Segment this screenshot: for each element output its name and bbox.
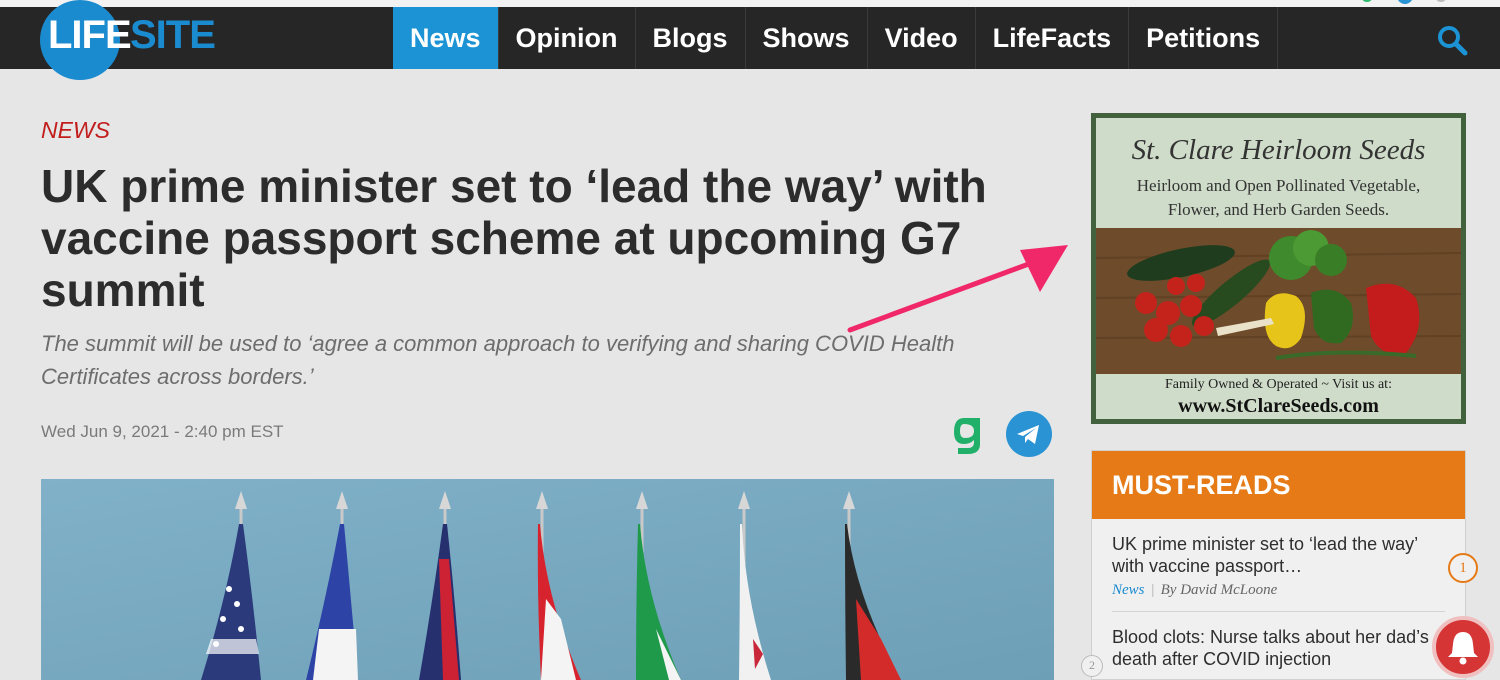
nav-item-shows[interactable]: Shows (746, 7, 868, 69)
logo-text-life: LIFE (48, 13, 132, 57)
nav-item-video[interactable]: Video (868, 7, 976, 69)
nav-item-opinion[interactable]: Opinion (499, 7, 636, 69)
article-category[interactable]: NEWS (41, 117, 110, 144)
must-reads-header: MUST-READS (1092, 451, 1465, 519)
vegetables-photo (1096, 228, 1461, 374)
rank-badge-2: 2 (1081, 655, 1103, 677)
logo-text-site: SITE (130, 13, 216, 57)
nav-item-lifefacts[interactable]: LifeFacts (976, 7, 1130, 69)
search-icon[interactable] (1436, 24, 1468, 56)
ad-tagline: Family Owned & Operated ~ Visit us at: (1165, 377, 1392, 392)
ad-content: St. Clare Heirloom Seeds Heirloom and Op… (1096, 118, 1461, 419)
ad-description-line-2: Flower, and Herb Garden Seeds. (1167, 200, 1390, 219)
nav-item-petitions[interactable]: Petitions (1129, 7, 1279, 69)
telegram-icon[interactable] (1006, 411, 1052, 457)
ad-url[interactable]: www.StClareSeeds.com (1096, 395, 1461, 418)
nav-item-news[interactable]: News (393, 7, 499, 69)
article-subheadline: The summit will be used to ‘agree a comm… (41, 331, 955, 389)
nav-item-blogs[interactable]: Blogs (636, 7, 746, 69)
bell-icon (1448, 632, 1478, 665)
gab-icon[interactable] (950, 412, 986, 458)
ad-description: Heirloom and Open Pollinated Vegetable, … (1096, 174, 1461, 222)
must-read-item[interactable]: UK prime minister set to ‘lead the way’ … (1092, 519, 1465, 612)
g7-flags-illustration (41, 479, 1054, 680)
article-dateline: Wed Jun 9, 2021 - 2:40 pm EST (41, 422, 284, 441)
rank-badge-1: 1 (1448, 553, 1478, 583)
main-nav: News Opinion Blogs Shows Video LifeFacts… (393, 7, 1279, 69)
site-logo[interactable]: LIFE SITE (40, 0, 240, 80)
must-read-byline: By David McLoone (1160, 582, 1278, 598)
partial-icons-cropped (1362, 0, 1446, 4)
must-read-meta: News | By David McLoone (1112, 582, 1445, 599)
ad-description-line-1: Heirloom and Open Pollinated Vegetable, (1136, 176, 1421, 195)
article-headline: UK prime minister set to ‘lead the way’ … (41, 160, 987, 316)
must-read-title[interactable]: UK prime minister set to ‘lead the way’ … (1112, 533, 1432, 577)
must-reads-panel: MUST-READS UK prime minister set to ‘lea… (1091, 450, 1466, 680)
must-read-title[interactable]: Blood clots: Nurse talks about her dad’s… (1112, 626, 1432, 670)
seed-company-ad[interactable]: St. Clare Heirloom Seeds Heirloom and Op… (1091, 113, 1466, 424)
telegram-plane-glyph (1017, 425, 1039, 444)
ad-title: St. Clare Heirloom Seeds (1131, 134, 1426, 166)
must-read-category[interactable]: News (1112, 582, 1145, 598)
must-read-item[interactable]: Blood clots: Nurse talks about her dad’s… (1092, 612, 1465, 670)
article-hero-image (41, 479, 1054, 680)
meta-separator: | (1150, 582, 1155, 598)
notification-bell-button[interactable] (1432, 616, 1494, 678)
